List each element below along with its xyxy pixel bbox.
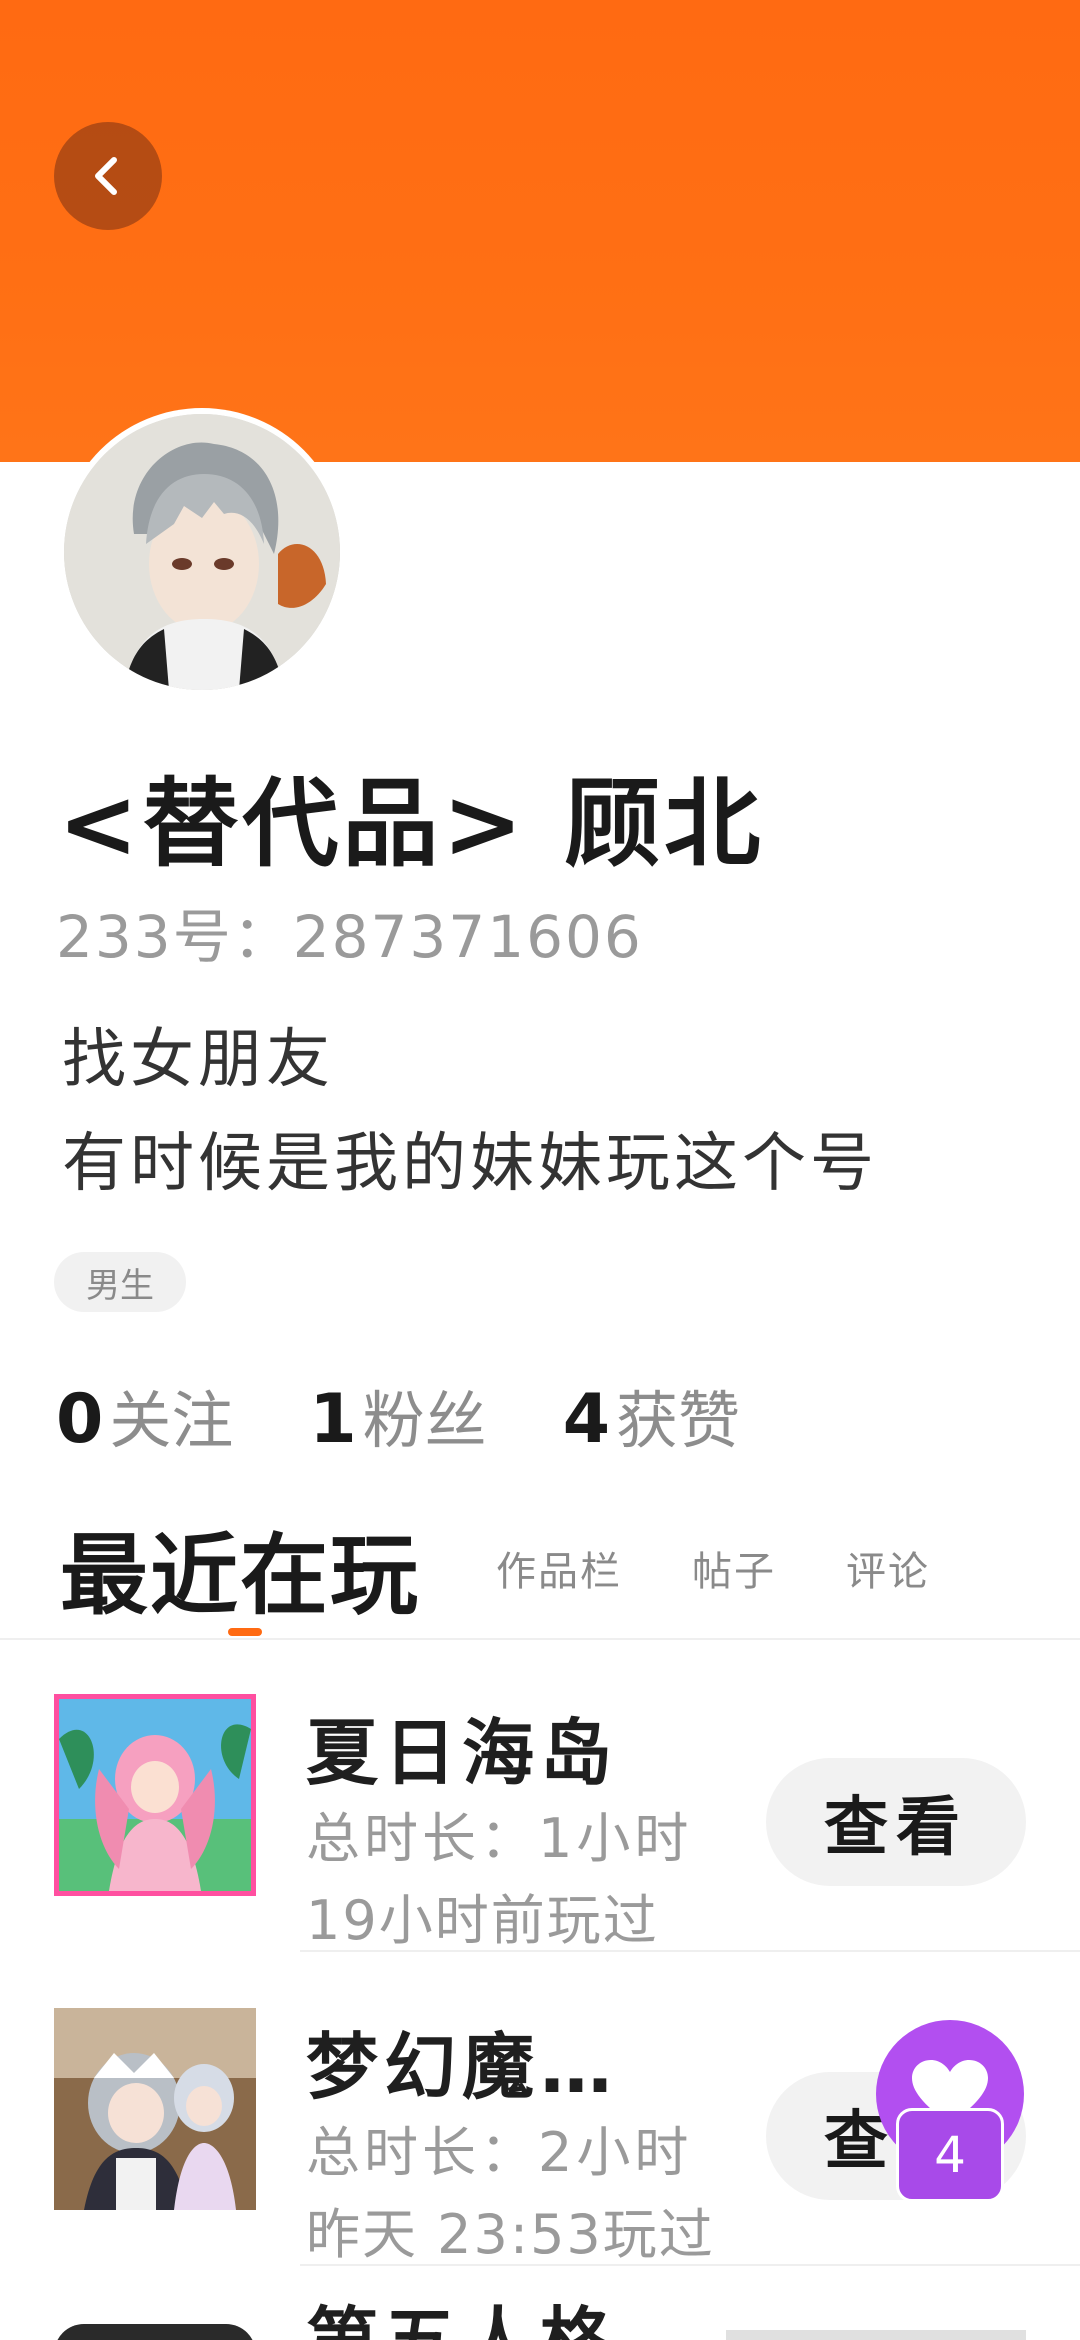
avatar-image (64, 414, 340, 690)
game-title: 第五人格 (306, 2290, 618, 2340)
game-last-played: 19小时前玩过 (306, 1889, 659, 1952)
stat-label: 获赞 (616, 1384, 741, 1457)
stat-value: 1 (309, 1380, 357, 1459)
active-tab-indicator (228, 1628, 262, 1636)
list-item[interactable]: 第五人格 (0, 2290, 1080, 2340)
view-button[interactable]: 查看 (766, 1758, 1026, 1886)
like-count-badge: 4 (896, 2108, 1004, 2202)
tabs-divider (0, 1638, 1080, 1640)
stat-likes[interactable]: 4获赞 (563, 1370, 740, 1460)
row-divider (300, 1950, 1080, 1952)
tab-comments[interactable]: 评论 (846, 1539, 930, 1597)
game-duration: 总时长：2小时 (306, 2121, 693, 2184)
view-button[interactable] (726, 2330, 1026, 2340)
profile-banner (0, 0, 1080, 462)
game-thumbnail (54, 1694, 256, 1896)
gender-tag: 男生 (54, 1252, 186, 1312)
bio-line: 有时候是我的妹妹玩这个号 (62, 1127, 878, 1201)
bio-line: 找女朋友 (62, 1023, 334, 1097)
stat-value: 0 (56, 1380, 104, 1459)
game-thumbnail (54, 2008, 256, 2210)
game-last-played: 昨天 23:53玩过 (306, 2203, 715, 2266)
stat-label: 粉丝 (362, 1384, 487, 1457)
chevron-left-icon (95, 157, 117, 195)
game-title: 梦幻魔… (306, 2025, 619, 2109)
profile-name: <替代品> 顾北 (58, 768, 765, 880)
stat-value: 4 (562, 1380, 611, 1459)
back-button[interactable] (54, 122, 162, 230)
stat-following[interactable]: 0关注 (56, 1370, 233, 1460)
game-title: 夏日海岛 (306, 1711, 619, 1795)
list-item[interactable]: 夏日海岛 总时长：1小时 19小时前玩过 查看 (0, 1666, 1080, 1976)
profile-stats: 0关注 1粉丝 4获赞 (56, 1370, 740, 1459)
stat-followers[interactable]: 1粉丝 (309, 1370, 486, 1460)
tab-recently-played[interactable]: 最近在玩 (60, 1505, 420, 1632)
tab-posts[interactable]: 帖子 (692, 1539, 776, 1597)
stat-label: 关注 (109, 1384, 234, 1457)
profile-bio: 找女朋友 有时候是我的妹妹玩这个号 (62, 1008, 878, 1216)
profile-uid: 233号：287371606 (56, 903, 643, 971)
avatar[interactable] (58, 408, 346, 696)
game-duration: 总时长：1小时 (306, 1807, 693, 1870)
tab-works[interactable]: 作品栏 (496, 1539, 622, 1597)
game-thumbnail (54, 2324, 256, 2340)
row-divider (300, 2264, 1080, 2266)
profile-tabs: 最近在玩 作品栏 帖子 评论 (60, 1508, 1060, 1628)
